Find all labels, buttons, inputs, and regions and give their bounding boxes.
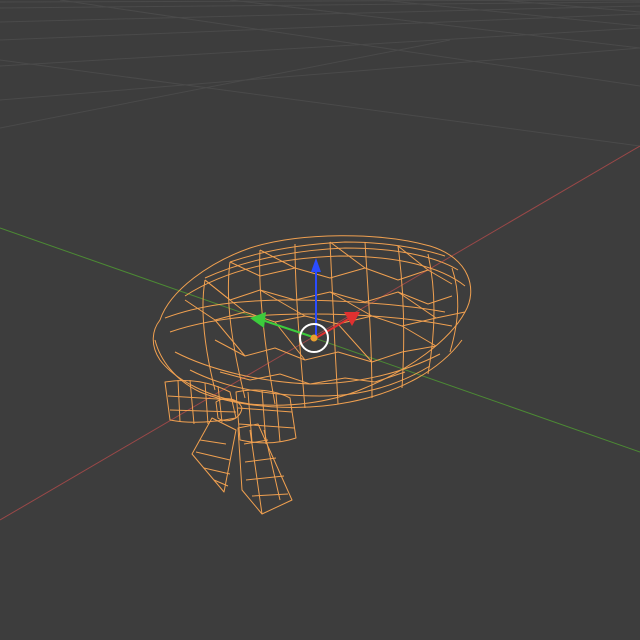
beret-wireframe-mesh[interactable] [152, 235, 472, 515]
x-axis-line [0, 145, 640, 521]
3d-viewport[interactable] [0, 0, 640, 640]
gizmo-y-axis [261, 319, 317, 339]
floor-grid [0, 0, 640, 147]
gizmo-x-axis [315, 317, 351, 339]
object-origin-icon [310, 334, 318, 342]
world-axes [0, 145, 640, 521]
gizmo-z-arrowhead [311, 258, 321, 272]
y-axis-line [0, 227, 640, 453]
